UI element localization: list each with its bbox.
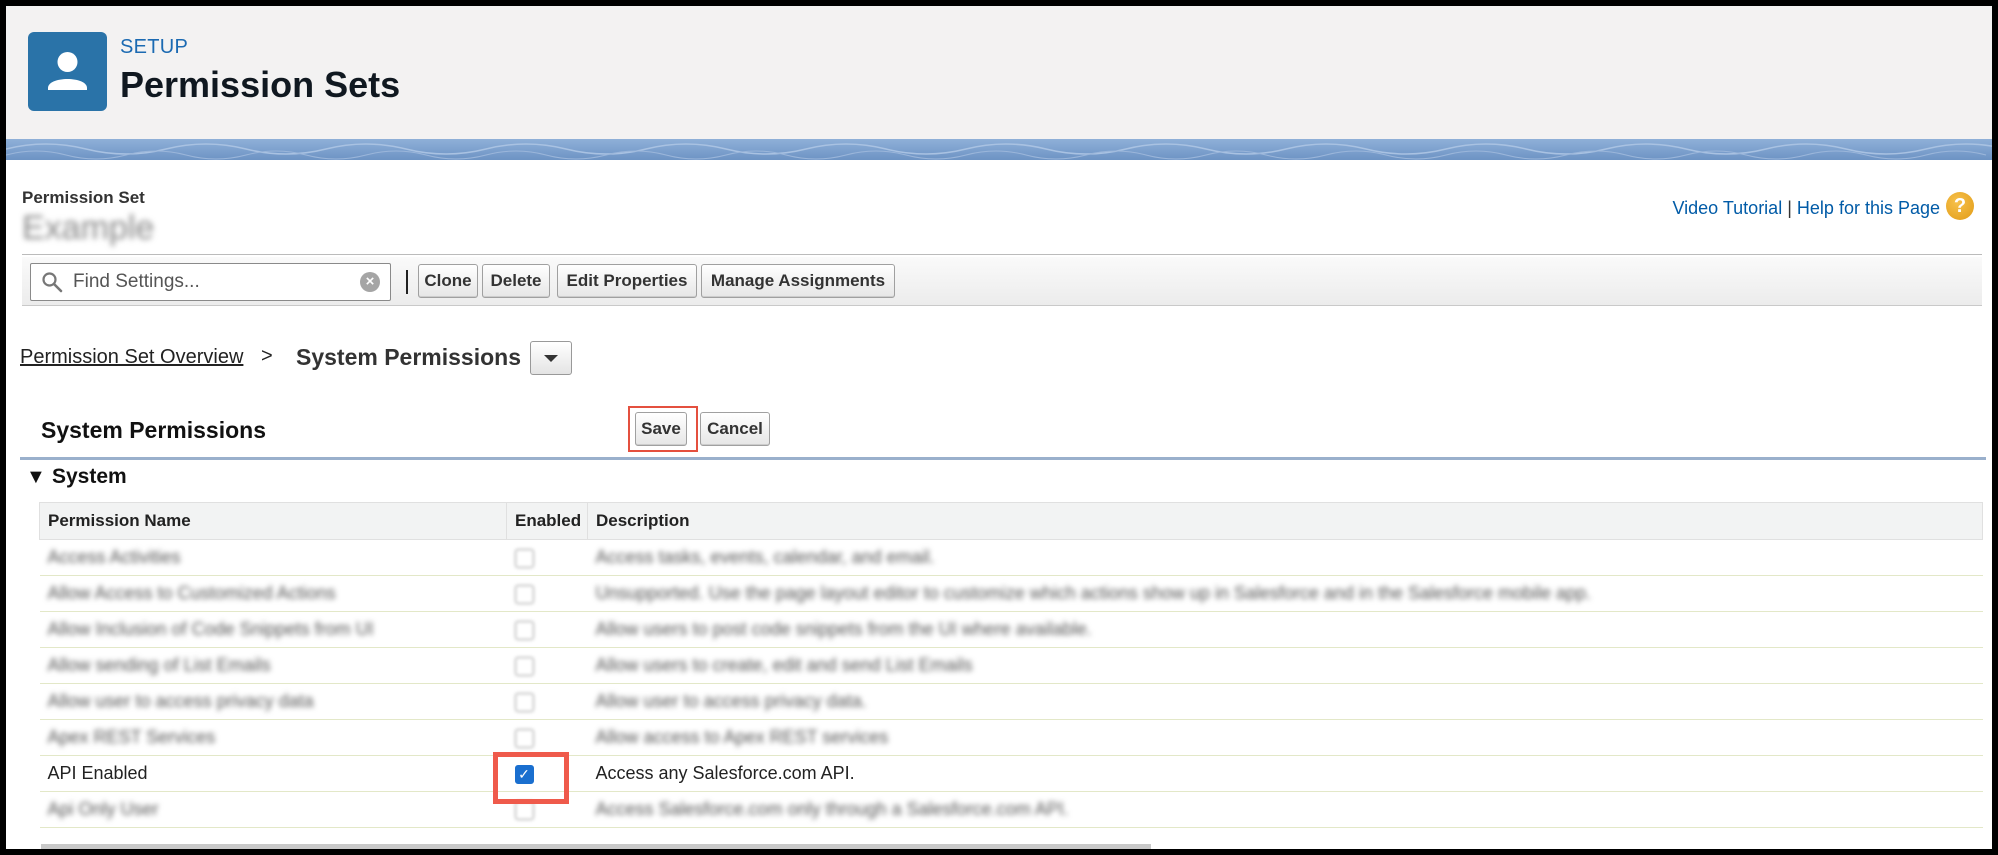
horizontal-scrollbar[interactable] [41,844,1151,849]
permission-description: Allow access to Apex REST services [595,727,889,747]
breadcrumb-overview-link[interactable]: Permission Set Overview [20,346,243,369]
description-cell: Allow user to access privacy data. [587,683,1983,720]
table-row: Access Activities Access tasks, events, … [39,539,1983,576]
permission-name-cell: Api Only User [39,791,507,828]
column-header-description: Description [587,502,1983,540]
permission-name-cell: Allow sending of List Emails [39,647,507,684]
table-row: Api Only User Access Salesforce.com only… [39,791,1983,828]
breadcrumb-separator: > [261,345,273,367]
column-header-permission-name: Permission Name [39,502,507,540]
enabled-cell [506,647,588,684]
chevron-down-icon [544,355,558,362]
column-header-enabled: Enabled [506,502,588,540]
enabled-checkbox[interactable] [514,656,534,676]
page-title: Permission Sets [120,64,401,105]
permission-name: Allow Access to Customized Actions [47,583,336,603]
enabled-cell [506,611,588,648]
permission-name-cell: Apex REST Services [39,719,507,756]
permission-name-cell: API Enabled [39,755,507,792]
permission-description: Access any Salesforce.com API. [595,763,855,783]
decorative-banner [6,139,1992,160]
table-row: Allow Inclusion of Code Snippets from UI… [39,611,1983,648]
permission-set-name: Example [22,209,155,247]
permission-name: Access Activities [47,547,181,567]
description-cell: Access tasks, events, calendar, and emai… [587,539,1983,576]
table-header-row: Permission Name Enabled Description [39,502,1983,540]
checkbox-highlight-box [493,752,569,804]
collapse-triangle-icon[interactable]: ▼ [26,466,46,489]
table-row: Allow sending of List Emails Allow users… [39,647,1983,684]
enabled-checkbox[interactable] [514,620,534,640]
description-cell: Allow access to Apex REST services [587,719,1983,756]
toolbar: × Clone Delete Edit Properties Manage As… [22,257,1982,306]
description-cell: Access any Salesforce.com API. [587,755,1983,792]
enabled-checkbox[interactable] [514,692,534,712]
permission-name: Allow user to access privacy data [47,691,314,711]
clone-button[interactable]: Clone [418,264,478,298]
manage-assignments-button[interactable]: Manage Assignments [701,264,895,298]
page-header: SETUP Permission Sets [6,6,1992,139]
permission-description: Unsupported. Use the page layout editor … [595,583,1592,603]
find-settings-input[interactable] [71,266,355,298]
enabled-cell [506,575,588,612]
user-icon [28,32,107,111]
help-page-link[interactable]: Help for this Page [1797,198,1940,218]
table-row: Allow Access to Customized Actions Unsup… [39,575,1983,612]
permission-name-cell: Access Activities [39,539,507,576]
group-title[interactable]: System [52,465,127,489]
delete-button[interactable]: Delete [482,264,550,298]
edit-properties-button[interactable]: Edit Properties [557,264,697,298]
cancel-button[interactable]: Cancel [700,412,770,446]
permission-name: Allow sending of List Emails [47,655,271,675]
enabled-checkbox[interactable] [514,728,534,748]
enabled-cell [506,683,588,720]
permissions-table: Permission Name Enabled Description Acce… [39,502,1983,828]
permission-description: Allow users to create, edit and send Lis… [595,655,973,675]
permission-name: Apex REST Services [47,727,216,747]
description-cell: Access Salesforce.com only through a Sal… [587,791,1983,828]
toolbar-separator [406,270,408,294]
section-divider [20,457,1986,460]
enabled-cell [506,539,588,576]
help-links: Video Tutorial | Help for this Page [1672,198,1940,219]
permission-description: Allow users to post code snippets from t… [595,619,1092,639]
help-separator: | [1787,198,1792,218]
permission-description: Access Salesforce.com only through a Sal… [595,799,1069,819]
description-cell: Allow users to create, edit and send Lis… [587,647,1983,684]
enabled-checkbox[interactable] [514,584,534,604]
save-button[interactable]: Save [635,412,687,446]
table-row: Apex REST Services Allow access to Apex … [39,719,1983,756]
search-box: × [30,263,391,301]
app-frame: SETUP Permission Sets Permission Set Exa… [6,6,1992,849]
main-content: Permission Set Example Video Tutorial | … [6,160,1992,849]
video-tutorial-link[interactable]: Video Tutorial [1672,198,1782,218]
enabled-checkbox[interactable] [514,548,534,568]
divider [22,254,1982,255]
permission-description: Access tasks, events, calendar, and emai… [595,547,935,567]
permission-set-label: Permission Set [22,188,145,207]
permission-name: API Enabled [47,763,148,783]
permission-name: Allow Inclusion of Code Snippets from UI [47,619,374,639]
table-row-api-enabled: API Enabled ✓ Access any Salesforce.com … [39,755,1983,792]
permission-name-cell: Allow Inclusion of Code Snippets from UI [39,611,507,648]
permission-description: Allow user to access privacy data. [595,691,867,711]
clear-search-icon[interactable]: × [360,272,380,292]
enabled-cell [506,719,588,756]
description-cell: Allow users to post code snippets from t… [587,611,1983,648]
permission-name-cell: Allow user to access privacy data [39,683,507,720]
setup-label: SETUP [120,36,189,58]
help-icon[interactable]: ? [1946,192,1974,220]
breadcrumb-current: System Permissions [296,344,522,370]
section-dropdown-button[interactable] [530,341,572,375]
search-icon [41,271,63,298]
section-title: System Permissions [41,417,267,443]
table-row: Allow user to access privacy data Allow … [39,683,1983,720]
permission-name: Api Only User [47,799,159,819]
permission-name-cell: Allow Access to Customized Actions [39,575,507,612]
description-cell: Unsupported. Use the page layout editor … [587,575,1983,612]
